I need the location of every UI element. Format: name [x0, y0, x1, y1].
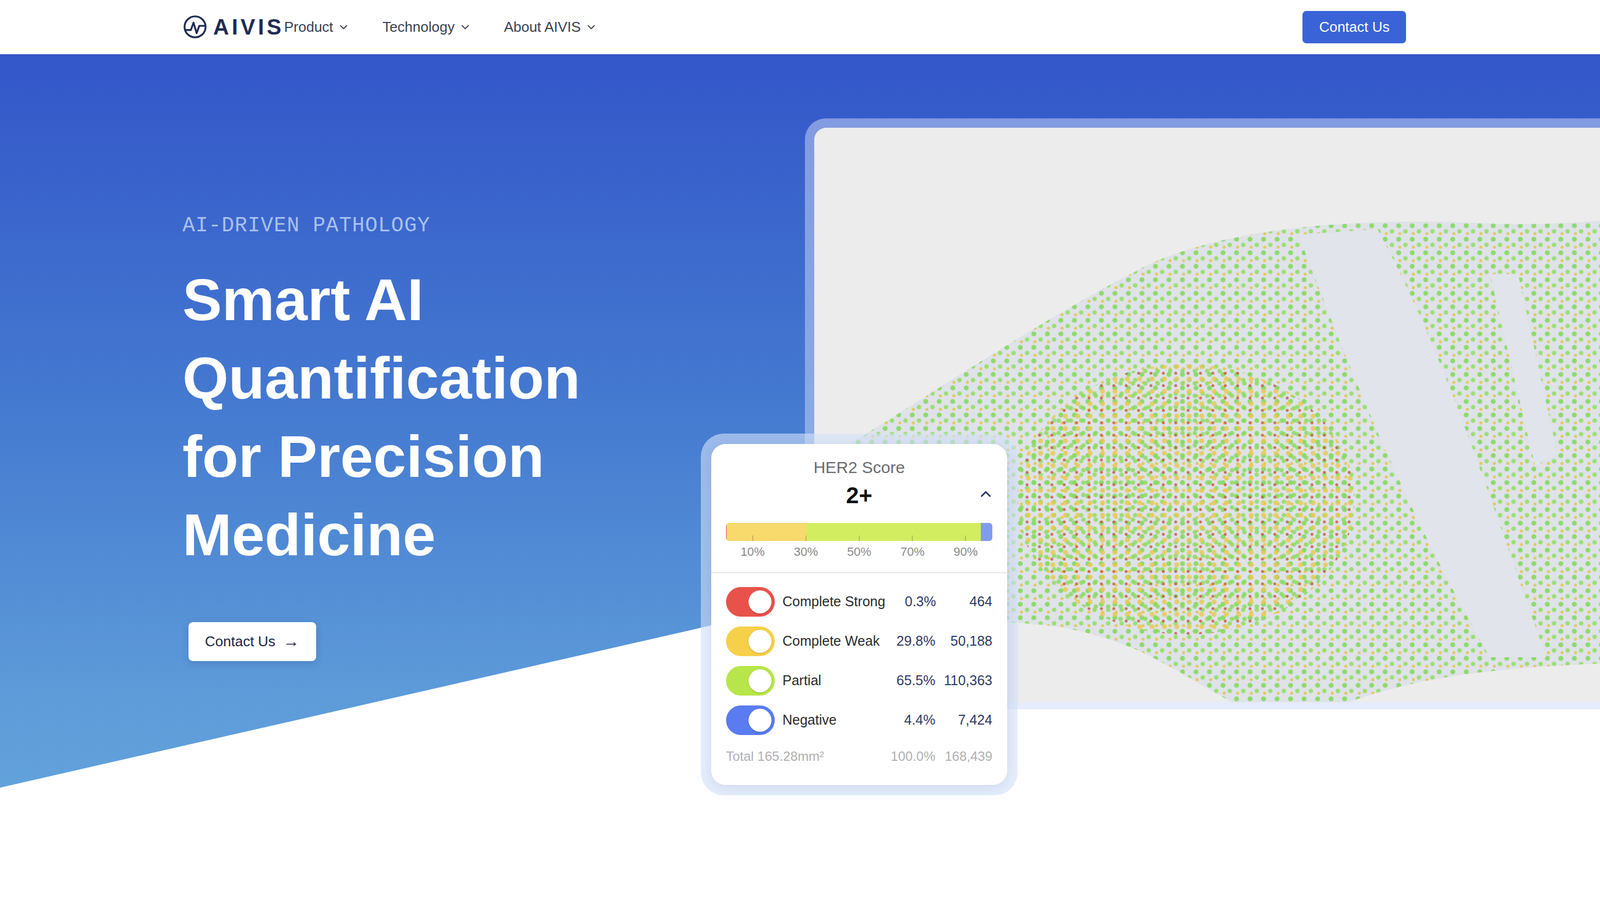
score-card-halo: HER2 Score 2+ 10%30%50%70%90% Complete Stro…: [700, 433, 1018, 796]
category-count: 464: [935, 591, 993, 613]
tick-mark: [805, 535, 807, 541]
total-row: Total 165.28mm²100.0%168,439: [726, 739, 993, 773]
eyebrow: AI-DRIVEN PATHOLOGY: [182, 213, 805, 239]
hero-contact-button[interactable]: Contact Us →: [188, 621, 317, 661]
menu-label: About AIVIS: [504, 16, 581, 38]
menu-link[interactable]: Product: [283, 16, 349, 38]
menu-link[interactable]: About AIVIS: [504, 16, 597, 38]
category-percent: 4.4%: [882, 709, 936, 731]
menu-label: Product: [283, 16, 334, 38]
segment-fill: [806, 522, 981, 541]
score-title: HER2 Score: [726, 456, 993, 478]
category-percent: 29.8%: [882, 630, 936, 652]
category-toggle[interactable]: [726, 665, 775, 696]
total-count: 168,439: [935, 746, 993, 767]
score-bar-area: [726, 522, 993, 541]
menu-link[interactable]: Technology: [382, 16, 471, 38]
category-count: 110,363: [935, 670, 993, 691]
category-row: Negative4.4%7,424: [726, 700, 993, 740]
toggle-knob: [748, 669, 772, 693]
category-percent: 0.3%: [883, 591, 936, 613]
divider: [711, 572, 1008, 574]
chevron-up-icon[interactable]: [979, 487, 993, 501]
tick-label: 90%: [939, 544, 993, 560]
headline-line: Smart AI: [182, 260, 805, 339]
logo-icon: [182, 14, 208, 40]
category-percent: 65.5%: [882, 670, 936, 691]
category-label: Complete Weak: [782, 630, 883, 652]
tick-mark: [752, 535, 754, 541]
button-label: Contact Us: [204, 630, 276, 653]
menu-item: Technology: [382, 16, 471, 38]
tick-mark: [964, 535, 967, 541]
menu-label: Technology: [382, 16, 455, 38]
headline-line: Quantification: [182, 338, 805, 417]
menu-item: About AIVIS: [504, 16, 597, 38]
tick-mark: [911, 535, 913, 541]
total-label: Total 165.28mm²: [726, 746, 883, 767]
menu-item: Product: [283, 16, 349, 38]
toggle-knob: [748, 629, 772, 653]
tick-label: 50%: [832, 544, 886, 560]
total-percent: 100.0%: [882, 746, 936, 767]
segment-fill: [726, 522, 807, 541]
chevron-down-icon: [338, 21, 349, 32]
logo-text: AIVIS: [213, 14, 284, 39]
bar-segment: [806, 522, 981, 541]
category-row: Partial65.5%110,363: [726, 660, 993, 701]
tick-label: 70%: [886, 544, 940, 560]
toggle-knob: [748, 708, 772, 732]
category-toggle[interactable]: [726, 705, 775, 735]
category-toggle[interactable]: [726, 586, 775, 617]
category-row: Complete Weak29.8%50,188: [726, 621, 993, 661]
toggle-knob: [748, 590, 772, 614]
her2-score-card: HER2 Score 2+ 10%30%50%70%90% Complete Stro…: [711, 443, 1008, 785]
score-bar: [726, 522, 993, 541]
chevron-down-icon: [460, 21, 471, 32]
top-navbar: AIVISProduct Technology About AIVIS Contact…: [0, 0, 1600, 55]
contact-button[interactable]: Contact Us: [1302, 10, 1407, 44]
main-menu: Product Technology About AIVIS: [283, 16, 596, 38]
tick-label: 30%: [779, 544, 833, 560]
category-toggle[interactable]: [726, 626, 775, 656]
category-count: 50,188: [935, 630, 993, 652]
hero: AI-DRIVEN PATHOLOGY Smart AIQuantificatio…: [0, 54, 1600, 911]
logo[interactable]: AIVIS: [182, 14, 284, 40]
tick-mark: [858, 535, 860, 541]
chevron-down-icon: [586, 21, 597, 32]
segment-fill: [980, 522, 993, 541]
bar-segment: [980, 522, 993, 541]
category-label: Complete Strong: [782, 591, 884, 613]
category-count: 7,424: [935, 709, 993, 731]
bar-segment: [726, 522, 807, 541]
arrow-icon: →: [283, 632, 300, 650]
tick-marks: [726, 535, 993, 541]
tick-label: 10%: [726, 544, 780, 560]
tick-labels: 10%30%50%70%90%: [726, 544, 993, 560]
score-header: HER2 Score 2+: [726, 456, 993, 510]
score-value: 2+: [726, 481, 993, 511]
category-row: Complete Strong0.3%464: [726, 581, 993, 622]
category-label: Partial: [782, 670, 883, 691]
category-list: Complete Strong0.3%464Complete Weak29.8%…: [726, 573, 993, 773]
category-label: Negative: [782, 709, 883, 731]
